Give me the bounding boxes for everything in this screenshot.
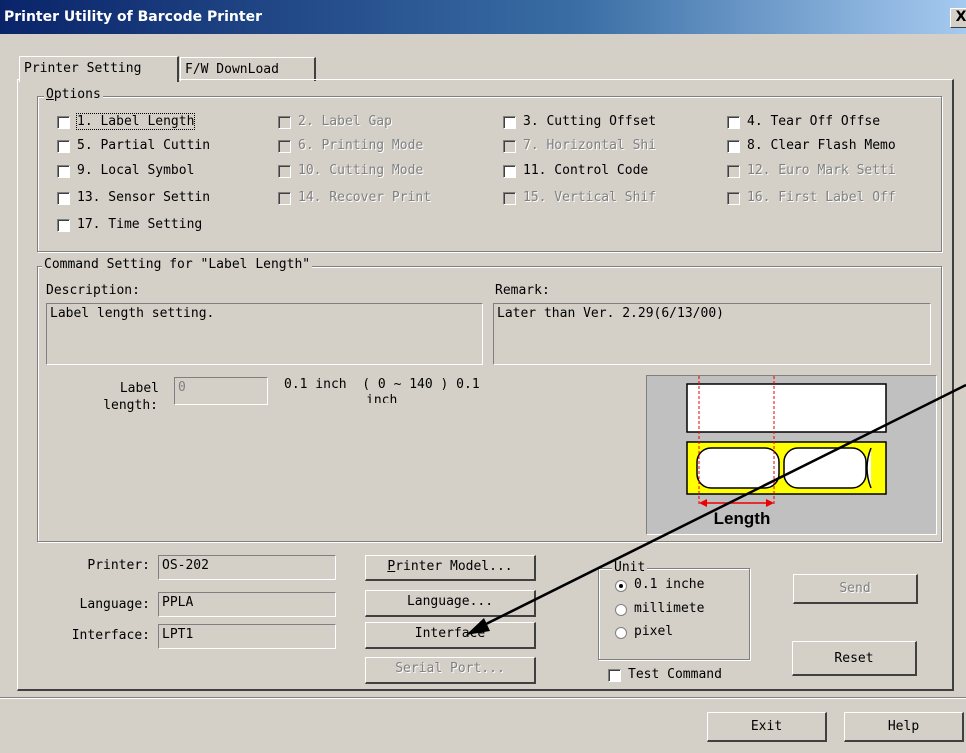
option-checkbox[interactable] bbox=[57, 219, 70, 232]
serial-port-button-label: Serial Port... bbox=[395, 661, 505, 676]
interface-value: LPT1 bbox=[162, 627, 194, 642]
exit-button[interactable]: Exit bbox=[707, 712, 827, 742]
serial-port-button[interactable]: Serial Port... bbox=[365, 657, 536, 684]
bottom-separator bbox=[0, 697, 966, 699]
option-label: 12. Euro Mark Setti bbox=[747, 163, 896, 178]
printer-model-button-label: rinter Model... bbox=[395, 559, 513, 574]
label-length-label-1: Label bbox=[119, 381, 159, 396]
printer-value-box: OS-202 bbox=[158, 555, 336, 580]
label-length-input[interactable]: 0 bbox=[174, 377, 268, 405]
tab-fw-download[interactable]: F/W DownLoad bbox=[180, 57, 316, 81]
close-button[interactable]: X bbox=[950, 8, 966, 28]
description-label: Description: bbox=[46, 283, 140, 298]
language-value-box: PPLA bbox=[158, 592, 336, 617]
options-legend: Options bbox=[44, 87, 103, 102]
option-label: 7. Horizontal Shi bbox=[523, 138, 657, 153]
description-text: Label length setting. bbox=[50, 306, 215, 321]
option-label: 2. Label Gap bbox=[298, 114, 392, 129]
diagram-svg bbox=[686, 376, 887, 507]
printer-model-button[interactable]: Printer Model... bbox=[365, 555, 536, 581]
option-checkbox[interactable] bbox=[57, 116, 70, 129]
option-checkbox[interactable] bbox=[727, 192, 740, 205]
option-label: 15. Vertical Shif bbox=[523, 190, 657, 205]
option-checkbox[interactable] bbox=[57, 140, 70, 153]
option-label: 13. Sensor Settin bbox=[77, 190, 211, 205]
option-checkbox[interactable] bbox=[503, 140, 516, 153]
send-button[interactable]: Send bbox=[793, 574, 918, 604]
option-label: 4. Tear Off Offse bbox=[747, 114, 881, 129]
test-command-label: Test Command bbox=[628, 667, 722, 682]
range-text-2: inch bbox=[366, 393, 398, 403]
unit-radio[interactable] bbox=[615, 580, 627, 592]
option-checkbox[interactable] bbox=[727, 140, 740, 153]
unit-radio[interactable] bbox=[615, 627, 627, 639]
option-label: 14. Recover Print bbox=[298, 190, 432, 205]
option-label: 11. Control Code bbox=[523, 163, 649, 178]
option-checkbox[interactable] bbox=[57, 192, 70, 205]
interface-button-label: Interface bbox=[414, 626, 486, 641]
language-button[interactable]: Language... bbox=[365, 590, 536, 617]
option-label: 9. Local Symbol bbox=[77, 163, 195, 178]
option-label: 3. Cutting Offset bbox=[523, 114, 657, 129]
option-checkbox[interactable] bbox=[57, 165, 70, 178]
option-checkbox[interactable] bbox=[503, 116, 516, 129]
language-value: PPLA bbox=[162, 595, 194, 610]
option-label: 10. Cutting Mode bbox=[298, 163, 424, 178]
description-box: Label length setting. bbox=[46, 303, 483, 365]
remark-box: Later than Ver. 2.29(6/13/00) bbox=[493, 303, 931, 365]
reset-button[interactable]: Reset bbox=[792, 641, 917, 676]
option-label: 5. Partial Cuttin bbox=[77, 138, 211, 153]
unit-radio-label: millimete bbox=[634, 601, 705, 616]
option-checkbox[interactable] bbox=[503, 165, 516, 178]
reset-button-label: Reset bbox=[834, 651, 874, 666]
interface-value-box: LPT1 bbox=[158, 624, 336, 649]
help-button[interactable]: Help bbox=[844, 712, 964, 742]
unit-radio-label: pixel bbox=[634, 624, 674, 639]
language-label: Language: bbox=[79, 597, 150, 612]
test-command-checkbox[interactable] bbox=[608, 669, 621, 682]
unit-radio[interactable] bbox=[615, 604, 627, 616]
interface-button[interactable]: Interface bbox=[365, 622, 536, 649]
send-button-label: Send bbox=[839, 581, 871, 596]
label-length-diagram: Length bbox=[646, 375, 937, 535]
option-label: 16. First Label Off bbox=[747, 190, 896, 205]
option-checkbox[interactable] bbox=[278, 192, 291, 205]
help-button-label: Help bbox=[887, 719, 920, 734]
option-checkbox[interactable] bbox=[727, 165, 740, 178]
option-checkbox[interactable] bbox=[278, 140, 291, 153]
option-checkbox[interactable] bbox=[278, 165, 291, 178]
tab-printer-setting[interactable]: Printer Setting bbox=[19, 56, 179, 82]
exit-button-label: Exit bbox=[750, 719, 783, 734]
label-length-label-2: length: bbox=[103, 398, 158, 413]
label-length-value: 0 bbox=[178, 380, 186, 395]
range-text: 0.1 inch ( 0 ~ 140 ) 0.1 bbox=[284, 377, 480, 392]
unit-radio-label: 0.1 inche bbox=[634, 577, 705, 592]
command-legend: Command Setting for "Label Length" bbox=[42, 257, 313, 272]
remark-text: Later than Ver. 2.29(6/13/00) bbox=[497, 306, 724, 321]
printer-label: Printer: bbox=[87, 558, 150, 573]
unit-legend: Unit bbox=[612, 560, 648, 575]
diagram-caption: Length bbox=[713, 509, 771, 528]
option-checkbox[interactable] bbox=[278, 116, 291, 129]
remark-label: Remark: bbox=[495, 283, 550, 298]
language-button-label: Language... bbox=[406, 594, 494, 609]
interface-label: Interface: bbox=[71, 628, 150, 643]
window-title: Printer Utility of Barcode Printer bbox=[4, 9, 262, 25]
option-checkbox[interactable] bbox=[727, 116, 740, 129]
option-checkbox[interactable] bbox=[503, 192, 516, 205]
printer-value: OS-202 bbox=[162, 558, 209, 573]
option-label: 1. Label Length bbox=[75, 113, 196, 130]
option-label: 8. Clear Flash Memo bbox=[747, 138, 896, 153]
option-label: 17. Time Setting bbox=[77, 217, 203, 232]
option-label: 6. Printing Mode bbox=[298, 138, 424, 153]
